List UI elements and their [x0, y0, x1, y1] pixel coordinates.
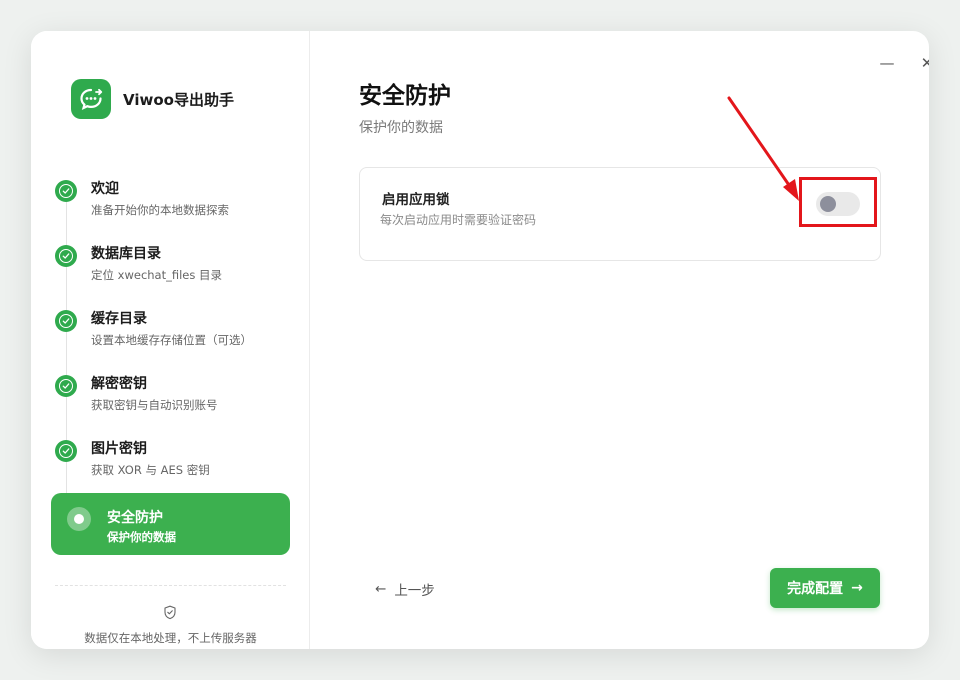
brand: Viwoo导出助手	[71, 79, 234, 119]
app-lock-title: 启用应用锁	[382, 192, 450, 208]
step-title: 解密密钥	[91, 376, 147, 392]
annotation-arrow-icon	[727, 96, 799, 201]
sidebar-divider	[55, 585, 286, 586]
shield-check-icon	[163, 605, 177, 624]
check-icon	[55, 245, 77, 267]
page-title: 安全防护	[359, 83, 451, 109]
app-name: Viwoo导出助手	[123, 90, 234, 109]
finish-label: 完成配置	[787, 581, 844, 597]
back-button[interactable]: ← 上一步	[375, 579, 435, 599]
step-database-dir[interactable]: 数据库目录 定位 xwechat_files 目录	[51, 236, 290, 298]
step-security[interactable]: 安全防护 保护你的数据	[51, 493, 290, 555]
main-panel: — ✕ 安全防护 保护你的数据 启用应用锁 每次启动应用时需要验证密码 ← 上一…	[311, 31, 929, 649]
close-button[interactable]: ✕	[917, 53, 929, 73]
check-icon	[55, 180, 77, 202]
step-title: 欢迎	[91, 181, 119, 197]
step-decrypt-key[interactable]: 解密密钥 获取密钥与自动识别账号	[51, 366, 290, 428]
app-window: Viwoo导出助手 欢迎 准备开始你的本地数据探索 数据库目录 定位 xwech…	[31, 31, 929, 649]
step-welcome[interactable]: 欢迎 准备开始你的本地数据探索	[51, 171, 290, 233]
check-icon	[55, 375, 77, 397]
arrow-left-icon: ←	[375, 581, 387, 597]
step-desc: 设置本地缓存存储位置（可选）	[91, 333, 252, 347]
check-icon	[55, 310, 77, 332]
check-icon	[55, 440, 77, 462]
step-cache-dir[interactable]: 缓存目录 设置本地缓存存储位置（可选）	[51, 301, 290, 363]
arrow-right-icon: →	[851, 580, 863, 596]
step-desc: 获取 XOR 与 AES 密钥	[91, 463, 210, 477]
step-title: 图片密钥	[91, 441, 147, 457]
back-label: 上一步	[394, 583, 435, 599]
finish-button[interactable]: 完成配置 →	[770, 568, 880, 608]
privacy-note: 数据仅在本地处理，不上传服务器	[84, 631, 257, 645]
current-step-icon	[67, 507, 91, 531]
step-title: 安全防护	[107, 510, 163, 526]
step-desc: 准备开始你的本地数据探索	[91, 203, 229, 217]
sidebar: Viwoo导出助手 欢迎 准备开始你的本地数据探索 数据库目录 定位 xwech…	[31, 31, 310, 649]
minimize-button[interactable]: —	[877, 53, 897, 73]
app-lock-desc: 每次启动应用时需要验证密码	[380, 213, 537, 227]
step-desc: 获取密钥与自动识别账号	[91, 398, 218, 412]
step-image-key[interactable]: 图片密钥 获取 XOR 与 AES 密钥	[51, 431, 290, 493]
step-title: 数据库目录	[91, 246, 161, 262]
app-logo-icon	[71, 79, 111, 119]
step-desc: 定位 xwechat_files 目录	[91, 268, 223, 282]
step-desc: 保护你的数据	[107, 530, 176, 544]
page-subtitle: 保护你的数据	[359, 120, 443, 136]
step-title: 缓存目录	[91, 311, 147, 327]
